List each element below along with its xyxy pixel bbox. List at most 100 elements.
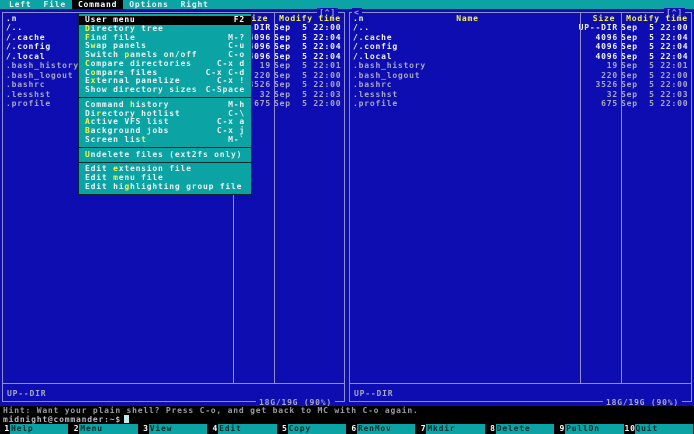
terminal-cursor — [123, 415, 129, 423]
fkey-number: 10 — [624, 424, 636, 433]
menu-item-directory-tree[interactable]: Directory tree — [79, 25, 251, 34]
menu-item-label: Background jobs — [85, 127, 170, 135]
mini-status: UP--DIR — [7, 389, 47, 398]
fkey-mkdir[interactable]: 7 Mkdir — [416, 424, 485, 434]
fkey-label: RenMov — [356, 424, 416, 434]
menu-item-label: Directory tree — [85, 24, 164, 33]
menu-item-label: User menu — [85, 16, 136, 24]
hotkey-letter: o — [90, 68, 97, 77]
fkey-label: View — [148, 424, 208, 434]
fkey-number: 6 — [351, 424, 357, 433]
menu-separator — [79, 95, 251, 101]
mc-screen: LeftFileCommandOptionsRight [^] .n Name … — [0, 0, 694, 434]
file-mtime: Sep 5 22:00 — [621, 23, 689, 33]
file-row[interactable]: /.config 4096 Sep 5 22:04 — [351, 42, 690, 51]
fkey-label: Menu — [79, 424, 138, 434]
file-size: 220 — [601, 70, 618, 80]
fkey-label: PullDn — [565, 424, 624, 434]
mini-status-separator — [3, 383, 344, 384]
menu-item-label: Edit menu file — [85, 174, 164, 182]
file-name: .bashrc — [353, 80, 393, 90]
file-row[interactable]: .bash_logout 220 Sep 5 22:00 — [351, 71, 690, 80]
fkey-label: Help — [10, 424, 69, 434]
file-mtime: Sep 5 22:00 — [274, 70, 342, 80]
menu-item-edit-extension-file[interactable]: Edit extension file — [79, 165, 251, 174]
menubar-item-right[interactable]: Right — [175, 0, 215, 9]
fkey-delete[interactable]: 8 Delete — [486, 424, 555, 434]
column-header-mtime[interactable]: Modify time — [277, 14, 343, 23]
fkey-renmov[interactable]: 6 RenMov — [347, 424, 416, 434]
file-row[interactable]: /.local 4096 Sep 5 22:04 — [351, 52, 690, 61]
hotkey-letter: D — [85, 24, 91, 33]
menu-item-screen-list[interactable]: Screen list M-` — [79, 134, 251, 145]
file-name: /.. — [353, 23, 370, 33]
file-name: .bash_history — [353, 61, 427, 71]
menu-item-find-file[interactable]: Find file M-? — [79, 33, 251, 43]
hotkey-letter: F — [85, 33, 91, 42]
fkey-number: 3 — [143, 424, 149, 433]
column-header-mtime[interactable]: Modify time — [624, 14, 690, 23]
menu-item-label: Directory hotlist — [85, 109, 181, 118]
fkey-menu[interactable]: 2 Menu — [69, 424, 138, 434]
menu-item-edit-menu-file[interactable]: Edit menu file — [79, 174, 251, 183]
fkey-copy[interactable]: 5 Copy — [278, 424, 347, 434]
menu-item-label: Compare files — [85, 68, 159, 77]
menu-item-label: Switch panels on/off — [85, 51, 198, 59]
file-mtime: Sep 5 22:00 — [621, 98, 689, 108]
hotkey-letter: g — [124, 182, 130, 191]
fkey-bar: 1 Help 2 Menu 3 View 4 Edit 5 Copy 6 RenMov 7 Mkdir 8 D… — [0, 424, 694, 434]
fkey-view[interactable]: 3 View — [139, 424, 208, 434]
hotkey-letter: h — [129, 100, 136, 109]
file-row[interactable]: .bashrc 3526 Sep 5 22:00 — [351, 80, 690, 89]
menu-item-label: Find file — [85, 33, 136, 42]
column-separator — [621, 13, 622, 383]
hotkey-letter: r — [96, 109, 102, 118]
file-size: 675 — [601, 98, 618, 108]
column-header-size[interactable]: Size — [584, 14, 624, 23]
column-header-name[interactable]: Name — [351, 14, 584, 23]
menu-item-command-history[interactable]: Command history M-h — [79, 100, 251, 110]
file-row[interactable]: .bash_history 19 Sep 5 22:01 — [351, 61, 690, 70]
menu-item-label: Screen list — [85, 135, 147, 144]
menu-item-label: Edit highlighting group file — [85, 182, 243, 191]
menu-item-label: Swap panels — [85, 42, 147, 51]
hotkey-letter: e — [113, 165, 119, 174]
menubar-item-options[interactable]: Options — [123, 0, 174, 9]
file-row[interactable]: .lesshst 32 Sep 5 22:03 — [351, 90, 690, 99]
fkey-edit[interactable]: 4 Edit — [208, 424, 277, 434]
menu-item-shortcut: C-Space — [205, 85, 245, 94]
menu-item-swap-panels[interactable]: Swap panels C-u — [79, 41, 251, 51]
fkey-help[interactable]: 1 Help — [0, 424, 69, 434]
fkey-number: 4 — [212, 424, 219, 433]
file-name: /.config — [353, 42, 398, 52]
hotkey-letter: m — [113, 174, 119, 182]
fkey-quit[interactable]: 10 Quit — [625, 424, 694, 434]
file-row[interactable]: .profile 675 Sep 5 22:00 — [351, 99, 690, 108]
menubar-item-command[interactable]: Command — [71, 0, 124, 9]
menubar-item-left[interactable]: Left — [3, 0, 37, 9]
fkey-label: Copy — [287, 424, 346, 434]
fkey-pulldn[interactable]: 9 PullDn — [555, 424, 624, 434]
file-mtime: Sep 5 22:04 — [621, 51, 689, 61]
menu-item-label: External panelize — [85, 77, 181, 86]
menu-item-user-menu[interactable]: User menu F2 — [79, 15, 251, 25]
file-mtime: Sep 5 22:04 — [274, 42, 342, 52]
menubar-item-file[interactable]: File — [37, 0, 71, 9]
shell-prompt: midnight@commander:~$ — [3, 415, 121, 424]
file-row[interactable]: /.. UP--DIRSep 5 22:00 — [351, 23, 690, 32]
fkey-number: 9 — [559, 424, 566, 433]
file-name: .profile — [353, 98, 398, 108]
file-size: UP--DIR — [578, 23, 618, 33]
menu-item-shortcut: M-` — [228, 134, 245, 144]
menu-item-show-directory-sizes[interactable]: Show directory sizes C-Space — [79, 85, 251, 95]
menu-item-edit-highlighting-group-file[interactable]: Edit highlighting group file — [79, 183, 251, 192]
menu-item-shortcut: F2 — [233, 15, 245, 24]
menu-item-background-jobs[interactable]: Background jobs C-x j — [79, 126, 251, 136]
shell-prompt-line[interactable]: midnight@commander:~$ — [0, 415, 694, 424]
hotkey-letter: U — [85, 150, 91, 159]
hint-line: Hint: Want your plain shell? Press C-o, … — [0, 406, 694, 415]
menu-item-undelete-files-ext2fs-only[interactable]: Undelete files (ext2fs only) — [79, 151, 251, 160]
fkey-label: Delete — [495, 424, 555, 434]
file-row[interactable]: /.cache 4096 Sep 5 22:04 — [351, 33, 690, 42]
menu-separator — [79, 145, 251, 151]
